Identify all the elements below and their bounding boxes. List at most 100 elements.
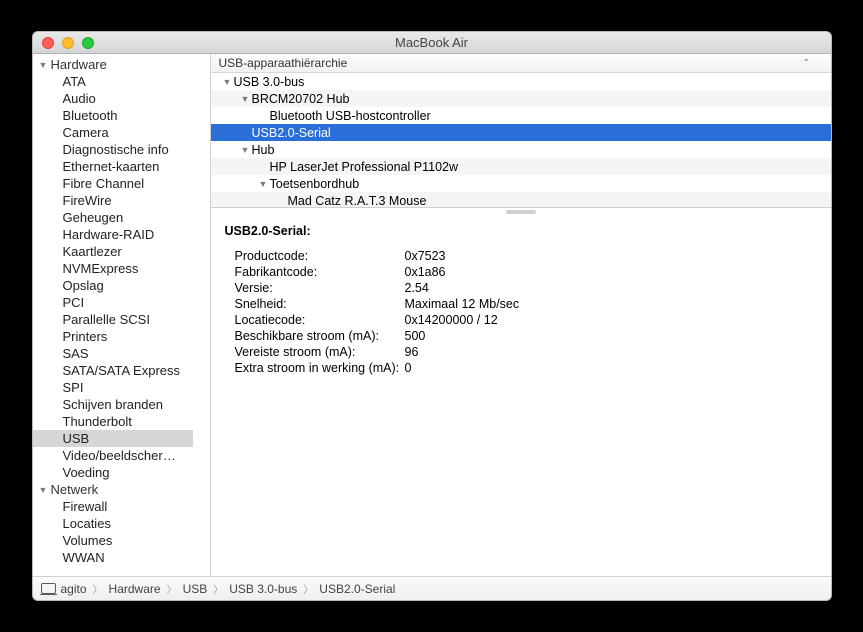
disclosure-triangle-icon: ▼ [39, 485, 49, 495]
breadcrumb-part[interactable]: USB2.0-Serial [319, 582, 395, 596]
sidebar-item[interactable]: Hardware-RAID [33, 226, 193, 243]
detail-value: 0x1a86 [405, 264, 446, 280]
tree-row-label: BRCM20702 Hub [252, 92, 350, 106]
detail-row: Snelheid:Maximaal 12 Mb/sec [225, 296, 817, 312]
disclosure-triangle-icon[interactable]: ▼ [223, 77, 234, 87]
sidebar-item[interactable]: NVMExpress [33, 260, 193, 277]
computer-icon [41, 583, 56, 594]
sidebar-item[interactable]: Fibre Channel [33, 175, 193, 192]
sidebar-item[interactable]: Voeding [33, 464, 193, 481]
sidebar-item[interactable]: Bluetooth [33, 107, 193, 124]
disclosure-triangle-icon[interactable]: ▼ [259, 179, 270, 189]
sidebar-item[interactable]: Schijven branden [33, 396, 193, 413]
tree-header-label: USB-apparaathiërarchie [219, 56, 348, 70]
tree-row-label: USB2.0-Serial [252, 126, 331, 140]
detail-value: 0x14200000 / 12 [405, 312, 498, 328]
detail-row: Beschikbare stroom (mA):500 [225, 328, 817, 344]
detail-value: 96 [405, 344, 419, 360]
chevron-right-icon: 〉 [92, 581, 104, 596]
grip-icon [506, 210, 536, 214]
detail-row: Vereiste stroom (mA):96 [225, 344, 817, 360]
details-title: USB2.0-Serial: [225, 224, 817, 238]
sidebar-item[interactable]: Volumes [33, 532, 193, 549]
zoom-icon[interactable] [82, 37, 94, 49]
tree-row[interactable]: HP LaserJet Professional P1102w [211, 158, 831, 175]
sidebar-item[interactable]: Firewall [33, 498, 193, 515]
detail-row: Productcode:0x7523 [225, 248, 817, 264]
disclosure-triangle-icon[interactable]: ▼ [241, 94, 252, 104]
detail-row: Versie:2.54 [225, 280, 817, 296]
sidebar-category[interactable]: ▼Hardware [33, 56, 210, 73]
detail-key: Versie: [225, 280, 405, 296]
breadcrumb-host[interactable]: agito [61, 582, 87, 596]
tree-row[interactable]: USB2.0-Serial [211, 124, 831, 141]
sidebar-item[interactable]: Audio [33, 90, 193, 107]
tree-row[interactable]: ▼USB 3.0-bus [211, 73, 831, 90]
sidebar-item[interactable]: Ethernet-kaarten [33, 158, 193, 175]
detail-value: 2.54 [405, 280, 429, 296]
detail-row: Extra stroom in werking (mA):0 [225, 360, 817, 376]
breadcrumb-part[interactable]: USB [183, 582, 208, 596]
sidebar-item[interactable]: Thunderbolt [33, 413, 193, 430]
split-handle[interactable] [211, 208, 831, 216]
sidebar-item[interactable]: Parallelle SCSI [33, 311, 193, 328]
chevron-right-icon: 〉 [166, 581, 178, 596]
sidebar-item[interactable]: Camera [33, 124, 193, 141]
sidebar-category-label: Netwerk [51, 482, 99, 497]
sidebar-item[interactable]: Diagnostische info [33, 141, 193, 158]
sidebar-category[interactable]: ▼Netwerk [33, 481, 210, 498]
breadcrumb-part[interactable]: Hardware [109, 582, 161, 596]
sidebar-item[interactable]: PCI [33, 294, 193, 311]
tree-row[interactable]: Mad Catz R.A.T.3 Mouse [211, 192, 831, 208]
tree-row[interactable]: ▼Toetsenbordhub [211, 175, 831, 192]
sidebar-item[interactable]: Opslag [33, 277, 193, 294]
sort-caret-icon[interactable]: ⌃ [802, 58, 810, 69]
sidebar-item[interactable]: Geheugen [33, 209, 193, 226]
tree-row-label: USB 3.0-bus [234, 75, 305, 89]
titlebar[interactable]: MacBook Air [33, 32, 831, 54]
detail-value: 0 [405, 360, 412, 376]
chevron-right-icon: 〉 [302, 581, 314, 596]
detail-row: Locatiecode:0x14200000 / 12 [225, 312, 817, 328]
sidebar-item[interactable]: SAS [33, 345, 193, 362]
details-panel: USB2.0-Serial: Productcode:0x7523Fabrika… [211, 216, 831, 576]
detail-value: Maximaal 12 Mb/sec [405, 296, 520, 312]
device-tree[interactable]: ▼USB 3.0-bus▼BRCM20702 HubBluetooth USB-… [211, 73, 831, 208]
sidebar-category-label: Hardware [51, 57, 107, 72]
sidebar-item[interactable]: Video/beeldscher… [33, 447, 193, 464]
close-icon[interactable] [42, 37, 54, 49]
detail-key: Snelheid: [225, 296, 405, 312]
tree-row[interactable]: Bluetooth USB-hostcontroller [211, 107, 831, 124]
detail-key: Locatiecode: [225, 312, 405, 328]
tree-row-label: Mad Catz R.A.T.3 Mouse [288, 194, 427, 208]
sidebar-item[interactable]: Kaartlezer [33, 243, 193, 260]
disclosure-triangle-icon[interactable]: ▼ [241, 145, 252, 155]
detail-key: Fabrikantcode: [225, 264, 405, 280]
tree-row-label: Toetsenbordhub [270, 177, 360, 191]
detail-key: Vereiste stroom (mA): [225, 344, 405, 360]
detail-value: 500 [405, 328, 426, 344]
sidebar-item[interactable]: Locaties [33, 515, 193, 532]
sidebar-item[interactable]: SPI [33, 379, 193, 396]
tree-row[interactable]: ▼Hub [211, 141, 831, 158]
sidebar-item[interactable]: Printers [33, 328, 193, 345]
detail-key: Extra stroom in werking (mA): [225, 360, 405, 376]
system-information-window: MacBook Air ▼HardwareATAAudioBluetoothCa… [32, 31, 832, 601]
sidebar-item[interactable]: ATA [33, 73, 193, 90]
detail-key: Beschikbare stroom (mA): [225, 328, 405, 344]
detail-row: Fabrikantcode:0x1a86 [225, 264, 817, 280]
detail-key: Productcode: [225, 248, 405, 264]
tree-header[interactable]: USB-apparaathiërarchie ⌃ [211, 54, 831, 73]
tree-row-label: Bluetooth USB-hostcontroller [270, 109, 431, 123]
sidebar-item[interactable]: SATA/SATA Express [33, 362, 193, 379]
sidebar-item[interactable]: FireWire [33, 192, 193, 209]
tree-row[interactable]: ▼BRCM20702 Hub [211, 90, 831, 107]
chevron-right-icon: 〉 [212, 581, 224, 596]
sidebar[interactable]: ▼HardwareATAAudioBluetoothCameraDiagnost… [33, 54, 211, 576]
sidebar-item[interactable]: USB [33, 430, 193, 447]
traffic-lights [33, 37, 94, 49]
breadcrumb-part[interactable]: USB 3.0-bus [229, 582, 297, 596]
sidebar-item[interactable]: WWAN [33, 549, 193, 566]
tree-row-label: HP LaserJet Professional P1102w [270, 160, 459, 174]
minimize-icon[interactable] [62, 37, 74, 49]
